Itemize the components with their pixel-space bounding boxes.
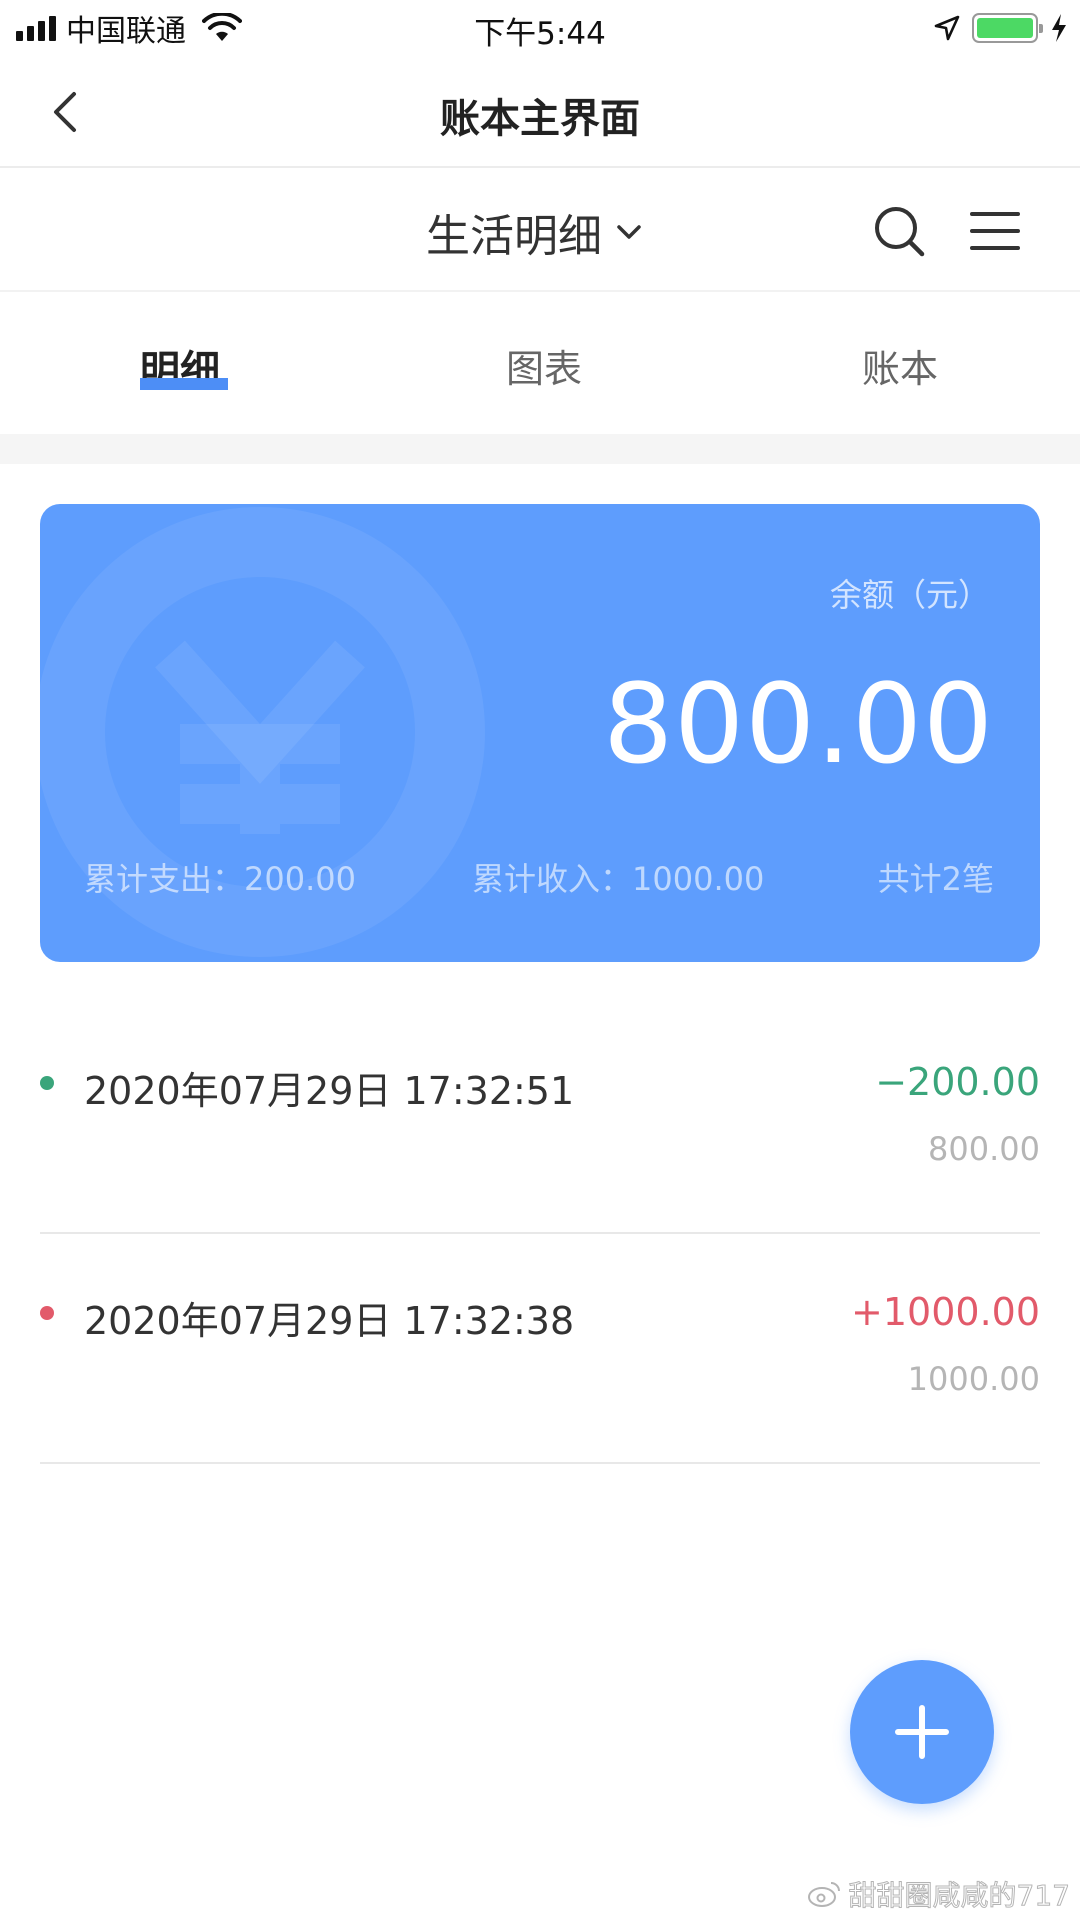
- list-item[interactable]: 2020年07月29日 17:32:38 +1000.00 1000.00: [40, 1234, 1040, 1464]
- balance-card: 余额（元） 800.00 累计支出：200.00 累计收入：1000.00 共计…: [40, 504, 1040, 962]
- tab-chart[interactable]: 图表: [506, 338, 582, 393]
- record-balance: 1000.00: [907, 1360, 1040, 1398]
- balance-label: 余额（元）: [829, 576, 990, 614]
- total-expense: 累计支出：200.00: [84, 860, 356, 898]
- chevron-down-icon: [617, 225, 641, 239]
- income-dot: [40, 1306, 54, 1320]
- balance-amount: 800.00: [603, 660, 994, 788]
- book-name: 生活明细: [426, 211, 602, 262]
- record-amount: +1000.00: [851, 1290, 1040, 1334]
- page-title: 账本主界面: [440, 96, 640, 142]
- total-income: 累计收入：1000.00: [472, 860, 765, 898]
- section-divider: [0, 434, 1080, 464]
- record-time: 2020年07月29日 17:32:51: [84, 1069, 575, 1113]
- nav-bar: 账本主界面: [0, 56, 1080, 168]
- list-item[interactable]: 2020年07月29日 17:32:51 −200.00 800.00: [40, 1004, 1040, 1234]
- expense-dot: [40, 1076, 54, 1090]
- status-bar: 中国联通 下午5:44: [0, 0, 1080, 56]
- app-screen: 中国联通 下午5:44 账本主界面 生活明细 明细 图表 账本 余额（元） 80…: [0, 0, 1080, 1920]
- status-time: 下午5:44: [474, 16, 606, 52]
- watermark: 甜甜圈咸咸的717: [807, 1874, 1071, 1914]
- record-count: 共计2笔: [877, 860, 994, 898]
- watermark-text: 甜甜圈咸咸的717: [848, 1879, 1070, 1913]
- plus-icon: [895, 1705, 949, 1759]
- weibo-icon: [807, 1882, 840, 1907]
- hamburger-menu-icon[interactable]: [968, 206, 1022, 256]
- battery-icon: [972, 13, 1043, 43]
- tab-bar: 明细 图表 账本: [0, 292, 1080, 434]
- tab-active-indicator: [140, 378, 228, 390]
- record-amount: −200.00: [875, 1060, 1040, 1104]
- add-record-button[interactable]: [850, 1660, 994, 1804]
- book-selector[interactable]: 生活明细: [426, 200, 644, 264]
- record-balance: 800.00: [928, 1130, 1040, 1168]
- charging-bolt-icon: [1052, 14, 1066, 42]
- location-arrow-icon: [934, 15, 960, 41]
- book-header: 生活明细: [0, 170, 1080, 292]
- search-icon[interactable]: [872, 204, 928, 260]
- tab-books[interactable]: 账本: [862, 338, 938, 393]
- record-time: 2020年07月29日 17:32:38: [84, 1299, 575, 1343]
